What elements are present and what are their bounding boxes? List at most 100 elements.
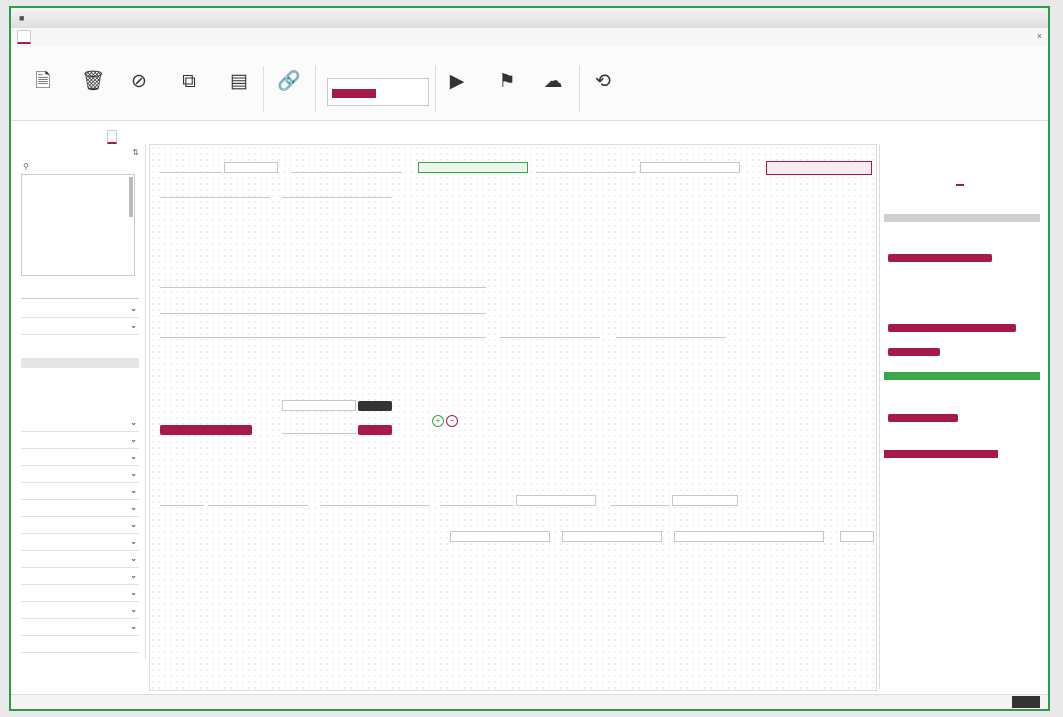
left-section-16[interactable] [21,639,139,653]
left-section-1[interactable]: ⌄ [21,304,139,318]
ribbon-separator [263,66,264,112]
subtab-3[interactable] [171,130,179,144]
chevron-down-icon: ⌄ [130,469,137,478]
field-input[interactable] [208,495,308,506]
chevron-down-icon: ⌄ [130,554,137,563]
flag-button[interactable]: ⚑ [487,70,527,114]
action-button[interactable] [358,425,392,435]
field-select[interactable] [640,162,740,173]
subtab-1[interactable] [25,130,33,144]
close-icon[interactable]: × [1037,31,1042,41]
left-section-5[interactable]: ⌄ [21,452,139,466]
field-input[interactable] [282,423,356,434]
left-section-7[interactable]: ⌄ [21,486,139,500]
right-tab-2[interactable] [956,174,964,186]
error-bar[interactable] [884,450,998,458]
field-input[interactable] [536,162,636,173]
new-button[interactable]: 🗎 [23,70,63,114]
undo-button[interactable]: ⟲ [583,70,623,114]
field-input[interactable] [440,495,514,506]
property-pill[interactable] [888,254,992,262]
property-pill[interactable] [888,348,940,356]
field-input[interactable] [292,162,402,173]
chevron-down-icon: ⌄ [130,622,137,631]
status-selector[interactable] [327,78,429,106]
field-input[interactable] [160,495,204,506]
action-button[interactable] [358,401,392,411]
field-input[interactable] [282,400,356,411]
chevron-down-icon: ⌄ [130,605,137,614]
flag-icon: ⚑ [498,71,516,92]
left-section-2[interactable]: ⌄ [21,321,139,335]
menu-tab-4[interactable] [173,30,185,44]
filter-box[interactable] [21,358,139,368]
left-section-14[interactable]: ⌄ [21,605,139,619]
field-input[interactable] [320,495,430,506]
left-section-10[interactable]: ⌄ [21,537,139,551]
application-window: ■ × 🗎 🗑 ⊘ ⧉ ▤ 🔗 ▶ ⚑ ☁ ⟲ ⇅ ⚲ ⌄ ⌄ ⌄ ⌄ ⌄ ⌄ … [9,6,1050,711]
clipboard-button[interactable]: ▤ [219,70,259,114]
undo-icon: ⟲ [595,71,611,92]
left-section-8[interactable]: ⌄ [21,503,139,517]
subtab-2[interactable] [107,130,117,144]
field-input[interactable] [500,327,600,338]
left-section-12[interactable]: ⌄ [21,571,139,585]
left-section-13[interactable]: ⌄ [21,588,139,602]
field-input[interactable] [616,327,726,338]
upload-button[interactable]: ☁ [533,70,573,114]
field-input[interactable] [562,531,662,542]
left-section-15[interactable]: ⌄ [21,622,139,636]
link-button[interactable]: 🔗 [269,70,309,114]
left-section-6[interactable]: ⌄ [21,469,139,483]
copy-button[interactable]: ⧉ [169,70,209,114]
field-input[interactable] [160,162,222,173]
start-button[interactable]: ▶ [437,70,477,114]
left-panel-search[interactable] [21,288,139,299]
field-input[interactable] [160,187,270,198]
form-designer-canvas[interactable]: + − [149,144,877,691]
success-bar[interactable] [884,372,1040,380]
menu-tab-3[interactable] [113,30,125,44]
field-input[interactable] [450,531,550,542]
left-section-9[interactable]: ⌄ [21,520,139,534]
menu-tab-2[interactable] [73,30,85,44]
chevron-down-icon: ⌄ [130,588,137,597]
subtab-4[interactable] [243,130,251,144]
save-icon: 🗑 [80,71,106,92]
left-section-4[interactable]: ⌄ [21,435,139,449]
selected-element-bar[interactable] [884,214,1040,222]
field-input-error[interactable] [766,161,872,175]
field-input[interactable] [160,277,486,288]
clipboard-icon: ▤ [230,71,248,92]
tag-pill[interactable] [160,425,252,435]
field-input[interactable] [610,495,670,506]
field-input[interactable] [674,531,824,542]
chevron-down-icon: ⌄ [130,418,137,427]
save-button[interactable]: 🗑 [73,70,113,114]
play-icon: ▶ [449,71,465,92]
field-input[interactable] [160,327,486,338]
structure-tree[interactable] [21,174,135,276]
tree-scrollbar[interactable] [129,177,133,217]
field-input[interactable] [840,531,874,542]
field-input-valid[interactable] [418,162,528,173]
left-section-11[interactable]: ⌄ [21,554,139,568]
field-input[interactable] [160,303,486,314]
left-section-3[interactable]: ⌄ [21,418,139,432]
field-select[interactable] [516,495,596,506]
pin-icon[interactable]: ⇅ [132,148,139,157]
cancel-button[interactable]: ⊘ [119,70,159,114]
menu-tab-1[interactable] [17,30,31,44]
search-icon[interactable]: ⚲ [23,162,29,171]
remove-circle-icon[interactable]: − [446,415,458,427]
add-circle-icon[interactable]: + [432,415,444,427]
field-input[interactable] [282,187,392,198]
property-pill[interactable] [888,324,1016,332]
chevron-down-icon: ⌄ [130,486,137,495]
field-select[interactable] [224,162,278,173]
property-pill[interactable] [888,414,958,422]
link-icon: 🔗 [277,71,301,92]
field-select[interactable] [672,495,738,506]
status-bar-button[interactable] [1012,696,1040,708]
right-tab-1[interactable] [886,174,894,186]
